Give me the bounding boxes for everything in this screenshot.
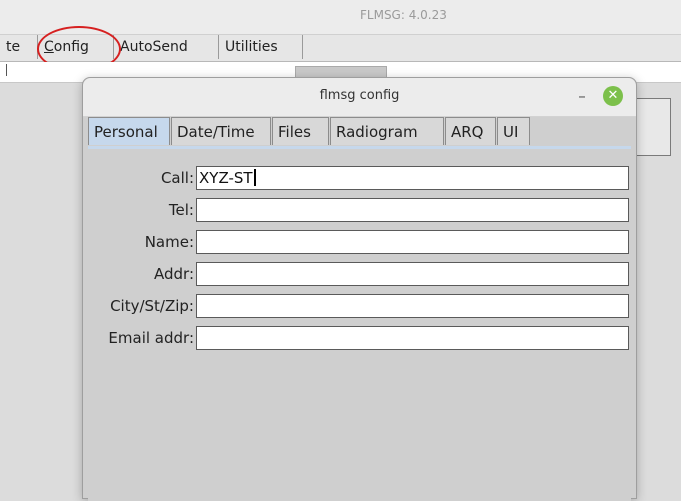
main-menubar: te Config AutoSend Utilities — [0, 35, 681, 62]
config-dialog: flmsg config – ✕ Personal Date/Time File… — [82, 77, 637, 501]
name-input[interactable] — [196, 230, 629, 254]
tab-ui[interactable]: UI — [497, 117, 530, 145]
dialog-titlebar[interactable]: flmsg config – ✕ — [83, 78, 636, 117]
menu-item-utilities[interactable]: Utilities — [219, 35, 303, 59]
email-row: Email addr: — [88, 326, 194, 352]
main-window-titlebar: FLMSG: 4.0.23 — [0, 0, 681, 35]
call-value: XYZ-ST — [199, 169, 253, 187]
menu-item-partial[interactable]: te — [0, 35, 38, 59]
tel-row: Tel: — [88, 198, 194, 224]
tel-input[interactable] — [196, 198, 629, 222]
menu-autosend-label: AutoSend — [120, 39, 188, 55]
minimize-button[interactable]: – — [574, 86, 590, 106]
tab-arq[interactable]: ARQ — [445, 117, 496, 145]
name-label: Name: — [144, 233, 194, 251]
email-input[interactable] — [196, 326, 629, 350]
addr-label: Addr: — [154, 265, 194, 283]
tab-files[interactable]: Files — [272, 117, 329, 145]
main-window-title: FLMSG: 4.0.23 — [360, 8, 447, 22]
main-row-divider — [6, 64, 7, 76]
call-row: Call: — [88, 166, 194, 192]
call-input[interactable]: XYZ-ST — [196, 166, 629, 190]
addr-row: Addr: — [88, 262, 194, 288]
personal-tab-panel: Call: XYZ-ST Tel: Name: Addr: City/St/Zi… — [88, 146, 631, 501]
city-st-zip-label: City/St/Zip: — [110, 297, 194, 315]
menu-config-rest: onfig — [53, 39, 89, 55]
close-button[interactable]: ✕ — [603, 86, 623, 106]
name-row: Name: — [88, 230, 194, 256]
menu-config-mnemonic: C — [44, 39, 54, 55]
tab-personal[interactable]: Personal — [88, 117, 170, 145]
tab-date-time[interactable]: Date/Time — [171, 117, 271, 145]
menu-item-partial-label: te — [6, 39, 21, 55]
email-label: Email addr: — [108, 329, 194, 347]
tab-radiogram[interactable]: Radiogram — [330, 117, 444, 145]
city-st-zip-row: City/St/Zip: — [88, 294, 194, 320]
city-st-zip-input[interactable] — [196, 294, 629, 318]
menu-utilities-label: Utilities — [225, 39, 278, 55]
text-caret — [253, 169, 256, 186]
call-label: Call: — [160, 169, 194, 187]
tel-label: Tel: — [168, 201, 194, 219]
addr-input[interactable] — [196, 262, 629, 286]
menu-item-config[interactable]: Config — [38, 35, 114, 59]
dialog-title: flmsg config — [319, 88, 400, 103]
menu-item-autosend[interactable]: AutoSend — [114, 35, 219, 59]
